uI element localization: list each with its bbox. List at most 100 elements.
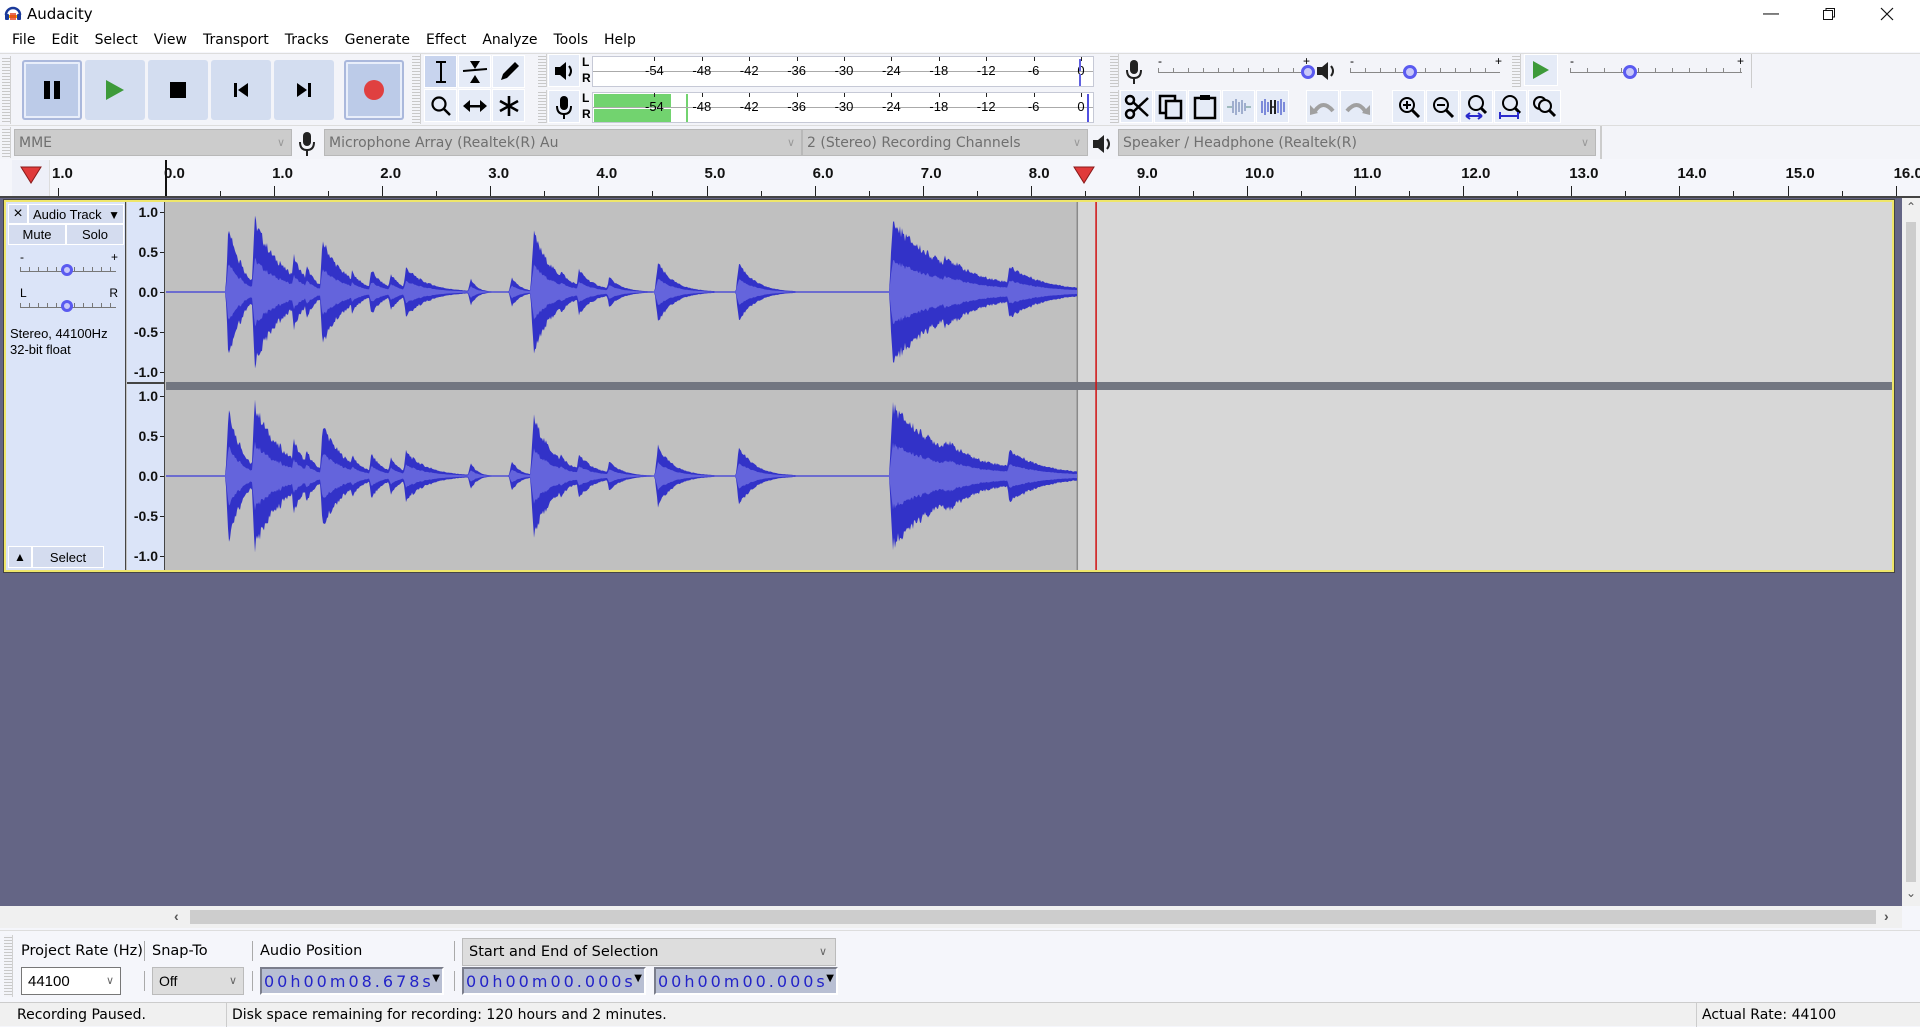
gain-slider[interactable]: - +: [20, 250, 120, 278]
selection-end-control[interactable]: 00h00m00.000s ▼: [654, 967, 838, 995]
track-menu-button[interactable]: Audio Track ▼: [28, 204, 124, 224]
time-shift-tool-button[interactable]: [458, 89, 491, 122]
zoom-in-button[interactable]: [1392, 90, 1425, 123]
track-close-button[interactable]: ×: [8, 204, 28, 224]
menu-generate[interactable]: Generate: [337, 32, 418, 48]
paste-button[interactable]: [1188, 90, 1221, 123]
draw-tool-button[interactable]: [492, 55, 525, 88]
fit-project-button[interactable]: [1494, 90, 1527, 123]
recording-volume-slider[interactable]: - +: [1158, 54, 1315, 82]
skip-to-end-button[interactable]: [274, 60, 334, 120]
recording-volume-thumb[interactable]: [1301, 65, 1315, 79]
toolbar-grip[interactable]: [2, 56, 11, 124]
track-select-button[interactable]: Select: [32, 546, 104, 568]
scroll-down-icon[interactable]: ⌄: [1906, 886, 1916, 900]
undo-button[interactable]: [1306, 90, 1339, 123]
fit-selection-button[interactable]: [1460, 90, 1493, 123]
playback-volume-thumb[interactable]: [1403, 65, 1417, 79]
horizontal-scroll-thumb[interactable]: [190, 910, 1876, 924]
multi-tool-button[interactable]: [492, 89, 525, 122]
trim-button[interactable]: [1222, 90, 1255, 123]
pan-slider[interactable]: L R: [20, 286, 120, 314]
playback-volume-slider[interactable]: - +: [1350, 54, 1502, 82]
silence-icon: [1260, 98, 1285, 115]
caret-down-icon[interactable]: ▼: [634, 973, 642, 984]
zoom-out-button[interactable]: [1426, 90, 1459, 123]
silence-button[interactable]: [1256, 90, 1289, 123]
recording-channels-select[interactable]: 2 (Stereo) Recording Channels ∨: [802, 129, 1088, 156]
close-window-button[interactable]: [1858, 0, 1916, 28]
amplitude-tick: [160, 372, 164, 373]
ruler-label: 2.0: [380, 165, 402, 182]
meter-r-label: R: [582, 71, 591, 85]
project-rate-select[interactable]: 44100 ∨: [21, 967, 121, 995]
ruler-label: 16.0: [1893, 165, 1920, 182]
audio-host-select[interactable]: MME ∨: [14, 129, 292, 156]
chevron-down-icon: ∨: [818, 945, 827, 958]
copy-button[interactable]: [1154, 90, 1187, 123]
vertical-scrollbar[interactable]: ⌃ ⌄: [1902, 198, 1920, 906]
pan-thumb[interactable]: [61, 300, 73, 312]
ruler-minor-tick: [1625, 191, 1627, 196]
menu-tracks[interactable]: Tracks: [277, 32, 337, 48]
recording-meter-button[interactable]: [548, 90, 580, 123]
menu-edit[interactable]: Edit: [43, 32, 86, 48]
menu-file[interactable]: File: [4, 32, 43, 48]
playback-speed-thumb[interactable]: [1623, 65, 1638, 79]
play-button[interactable]: [85, 60, 145, 120]
menu-select[interactable]: Select: [87, 32, 146, 48]
skip-to-start-button[interactable]: [211, 60, 271, 120]
scroll-right-icon[interactable]: ›: [1884, 908, 1889, 924]
zoom-tool-button[interactable]: [424, 89, 457, 122]
playback-speed-slider[interactable]: - +: [1570, 54, 1744, 82]
scroll-left-icon[interactable]: ‹: [174, 908, 179, 924]
menu-tools[interactable]: Tools: [546, 32, 597, 48]
vertical-scroll-thumb[interactable]: [1906, 222, 1916, 882]
redo-button[interactable]: [1340, 90, 1373, 123]
meter-tick-label: -36: [787, 99, 806, 114]
playback-meter[interactable]: -54 -48 -42 -36 -30 -24 -18 -12 -6 0: [592, 56, 1094, 87]
stop-button[interactable]: [148, 60, 208, 120]
menu-help[interactable]: Help: [596, 32, 644, 48]
menu-transport[interactable]: Transport: [195, 32, 277, 48]
mute-button[interactable]: Mute: [8, 224, 66, 245]
menu-effect[interactable]: Effect: [418, 32, 474, 48]
play-icon: [106, 80, 124, 100]
caret-down-icon[interactable]: ▼: [826, 973, 834, 984]
playback-meter-button[interactable]: [548, 54, 580, 87]
solo-button[interactable]: Solo: [66, 224, 124, 245]
selection-start-control[interactable]: 00h00m00.000s ▼: [462, 967, 646, 995]
waveform-display[interactable]: [166, 202, 1892, 570]
zoom-toggle-button[interactable]: [1528, 90, 1561, 123]
gain-thumb[interactable]: [61, 264, 73, 276]
menu-view[interactable]: View: [146, 32, 195, 48]
timeline-ruler[interactable]: 1.0 0.0 1.0 2.0 3.0 4.0 5.0 6.0 7.0 8.0 9.0 10.0 11.…: [0, 160, 1920, 198]
meter-tick-label: -18: [929, 63, 949, 78]
selection-tool-button[interactable]: [424, 55, 457, 88]
amplitude-ruler[interactable]: 1.0 0.5 0.0 -0.5 -1.0 1.0 0.5 0.0 -0.5 -1.0: [127, 202, 165, 570]
playback-peak-l: [1079, 59, 1081, 71]
amplitude-tick: [160, 332, 164, 333]
envelope-tool-button[interactable]: [458, 55, 491, 88]
amplitude-tick: [160, 396, 164, 397]
fit-selection-icon: [1464, 94, 1487, 120]
meter-tick-label: -12: [976, 99, 996, 114]
selection-mode-select[interactable]: Start and End of Selection ∨: [462, 938, 836, 966]
scroll-up-icon[interactable]: ⌃: [1906, 200, 1916, 214]
horizontal-scrollbar[interactable]: ‹ ›: [0, 906, 1902, 928]
snap-to-select[interactable]: Off ∨: [152, 967, 244, 995]
minimize-button[interactable]: —: [1742, 0, 1800, 28]
menu-analyze[interactable]: Analyze: [474, 32, 545, 48]
play-at-speed-button[interactable]: [1524, 54, 1558, 86]
restore-button[interactable]: [1800, 0, 1858, 28]
playback-device-select[interactable]: Speaker / Headphone (Realtek(R) ∨: [1118, 129, 1596, 156]
pause-button[interactable]: [22, 60, 82, 120]
caret-down-icon[interactable]: ▼: [432, 973, 440, 984]
ruler-label: 1.0: [272, 165, 293, 182]
audio-position-control[interactable]: 00h00m08.678s ▼: [260, 967, 444, 995]
recording-meter[interactable]: -54 -48 -42 -36 -30 -24 -18 -12 -6 0: [592, 92, 1094, 123]
collapse-track-button[interactable]: ▲: [8, 546, 32, 568]
recording-device-select[interactable]: Microphone Array (Realtek(R) Au ∨: [324, 129, 802, 156]
record-button[interactable]: [344, 60, 404, 120]
cut-button[interactable]: [1120, 90, 1153, 123]
